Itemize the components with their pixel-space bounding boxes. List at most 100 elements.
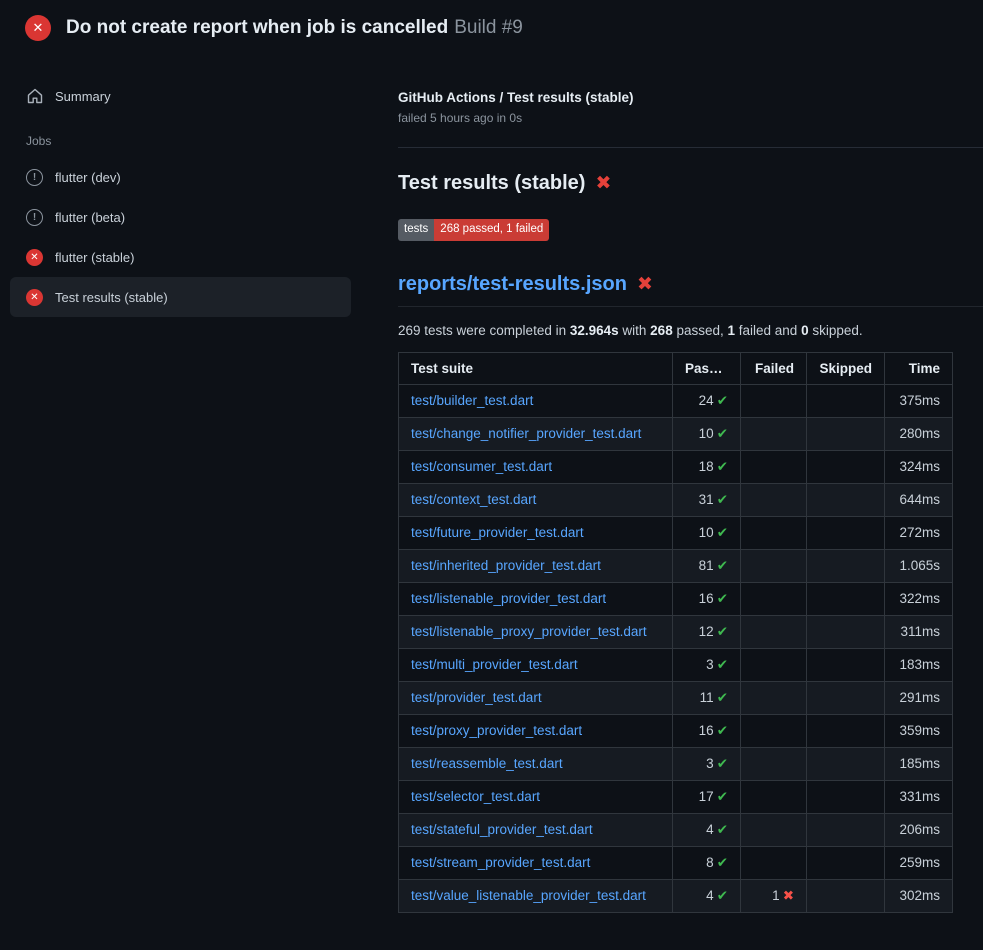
time-cell: 331ms <box>885 780 953 813</box>
check-icon: ✔ <box>717 690 728 705</box>
test-suite-link[interactable]: test/selector_test.dart <box>411 789 540 804</box>
table-row: test/future_provider_test.dart10✔272ms <box>399 516 953 549</box>
test-suite-link[interactable]: test/listenable_proxy_provider_test.dart <box>411 624 647 639</box>
test-suite-link[interactable]: test/future_provider_test.dart <box>411 525 584 540</box>
passed-count: 16 <box>699 723 714 738</box>
test-suite-link[interactable]: test/change_notifier_provider_test.dart <box>411 426 641 441</box>
col-header-passed: Passed <box>673 352 741 384</box>
table-row: test/listenable_provider_test.dart16✔322… <box>399 582 953 615</box>
x-icon: ✖ <box>783 888 794 903</box>
skipped-cell <box>807 681 885 714</box>
test-suite-link[interactable]: test/stream_provider_test.dart <box>411 855 590 870</box>
failed-cell <box>741 549 807 582</box>
suite-cell: test/listenable_provider_test.dart <box>399 582 673 615</box>
sidebar-job-item[interactable]: !flutter (dev) <box>10 157 351 197</box>
failed-cell <box>741 417 807 450</box>
failed-cell <box>741 582 807 615</box>
jobs-section-heading: Jobs <box>10 116 351 157</box>
run-meta: failed 5 hours ago in 0s <box>398 111 983 125</box>
time-cell: 1.065s <box>885 549 953 582</box>
report-link[interactable]: reports/test-results.json <box>398 273 627 296</box>
time-cell: 206ms <box>885 813 953 846</box>
failed-cell <box>741 846 807 879</box>
job-label: flutter (beta) <box>55 210 125 225</box>
col-header-skipped: Skipped <box>807 352 885 384</box>
passed-cell: 12✔ <box>673 615 741 648</box>
passed-count: 268 <box>650 323 673 338</box>
test-suite-link[interactable]: test/proxy_provider_test.dart <box>411 723 582 738</box>
passed-cell: 18✔ <box>673 450 741 483</box>
skipped-cell <box>807 714 885 747</box>
skipped-cell <box>807 483 885 516</box>
page-title: Do not create report when job is cancell… <box>66 17 523 39</box>
test-suite-link[interactable]: test/provider_test.dart <box>411 690 542 705</box>
jobs-list: !flutter (dev)! flutter (beta) ✕flutter (s… <box>10 157 351 317</box>
job-label: Test results (stable) <box>55 290 168 305</box>
check-icon: ✔ <box>717 558 728 573</box>
col-header-failed: Failed <box>741 352 807 384</box>
job-label: flutter (stable) <box>55 250 134 265</box>
build-title: Do not create report when job is cancell… <box>66 17 448 38</box>
time-cell: 183ms <box>885 648 953 681</box>
test-suite-link[interactable]: test/context_test.dart <box>411 492 536 507</box>
divider <box>398 147 983 148</box>
table-row: test/reassemble_test.dart3✔185ms <box>399 747 953 780</box>
report-heading: reports/test-results.json ✖ <box>398 273 983 307</box>
test-suite-link[interactable]: test/builder_test.dart <box>411 393 533 408</box>
badge-value: 268 passed, 1 failed <box>434 219 549 241</box>
failed-cell <box>741 681 807 714</box>
sidebar-item-summary[interactable]: Summary <box>10 76 351 116</box>
suite-cell: test/future_provider_test.dart <box>399 516 673 549</box>
check-icon: ✔ <box>717 459 728 474</box>
check-icon: ✔ <box>717 492 728 507</box>
build-header: ✕ Do not create report when job is cance… <box>0 0 983 56</box>
suite-cell: test/proxy_provider_test.dart <box>399 714 673 747</box>
test-suite-link[interactable]: test/listenable_provider_test.dart <box>411 591 606 606</box>
skipped-cell <box>807 846 885 879</box>
test-suite-link[interactable]: test/value_listenable_provider_test.dart <box>411 888 646 903</box>
test-suite-link[interactable]: test/consumer_test.dart <box>411 459 552 474</box>
suite-cell: test/value_listenable_provider_test.dart <box>399 879 673 912</box>
failed-x-icon: ✖ <box>595 174 611 193</box>
skipped-cell <box>807 813 885 846</box>
failed-cell <box>741 516 807 549</box>
check-icon: ✔ <box>717 888 728 903</box>
failed-cell <box>741 615 807 648</box>
build-number: Build #9 <box>454 17 523 38</box>
suite-cell: test/reassemble_test.dart <box>399 747 673 780</box>
table-row: test/context_test.dart31✔644ms <box>399 483 953 516</box>
passed-count: 81 <box>699 558 714 573</box>
skipped-cell <box>807 384 885 417</box>
skipped-cell <box>807 450 885 483</box>
passed-count: 4 <box>706 822 714 837</box>
col-header-time: Time <box>885 352 953 384</box>
passed-count: 3 <box>706 756 714 771</box>
main-panel: GitHub Actions / Test results (stable) f… <box>398 56 983 913</box>
passed-cell: 3✔ <box>673 648 741 681</box>
warning-circle-icon: ! <box>26 209 43 226</box>
check-icon: ✔ <box>717 723 728 738</box>
passed-cell: 4✔ <box>673 879 741 912</box>
suite-cell: test/inherited_provider_test.dart <box>399 549 673 582</box>
passed-cell: 16✔ <box>673 714 741 747</box>
test-suite-link[interactable]: test/inherited_provider_test.dart <box>411 558 601 573</box>
passed-cell: 16✔ <box>673 582 741 615</box>
failed-cell <box>741 747 807 780</box>
skipped-cell <box>807 648 885 681</box>
passed-count: 31 <box>699 492 714 507</box>
table-header-row: Test suite Passed Failed Skipped Time <box>399 352 953 384</box>
passed-cell: 10✔ <box>673 417 741 450</box>
sidebar-job-item[interactable]: ✕Test results (stable) <box>10 277 351 317</box>
passed-cell: 10✔ <box>673 516 741 549</box>
failed-count: 1 <box>772 888 780 903</box>
sidebar-job-item[interactable]: ! flutter (beta) <box>10 197 351 237</box>
table-body: test/builder_test.dart24✔375mstest/chang… <box>399 384 953 912</box>
test-suite-link[interactable]: test/reassemble_test.dart <box>411 756 563 771</box>
test-suite-link[interactable]: test/multi_provider_test.dart <box>411 657 578 672</box>
failed-cell: 1✖ <box>741 879 807 912</box>
sidebar-job-item[interactable]: ✕flutter (stable) <box>10 237 351 277</box>
table-row: test/value_listenable_provider_test.dart… <box>399 879 953 912</box>
test-suite-link[interactable]: test/stateful_provider_test.dart <box>411 822 593 837</box>
passed-count: 11 <box>700 690 714 705</box>
skipped-cell <box>807 417 885 450</box>
